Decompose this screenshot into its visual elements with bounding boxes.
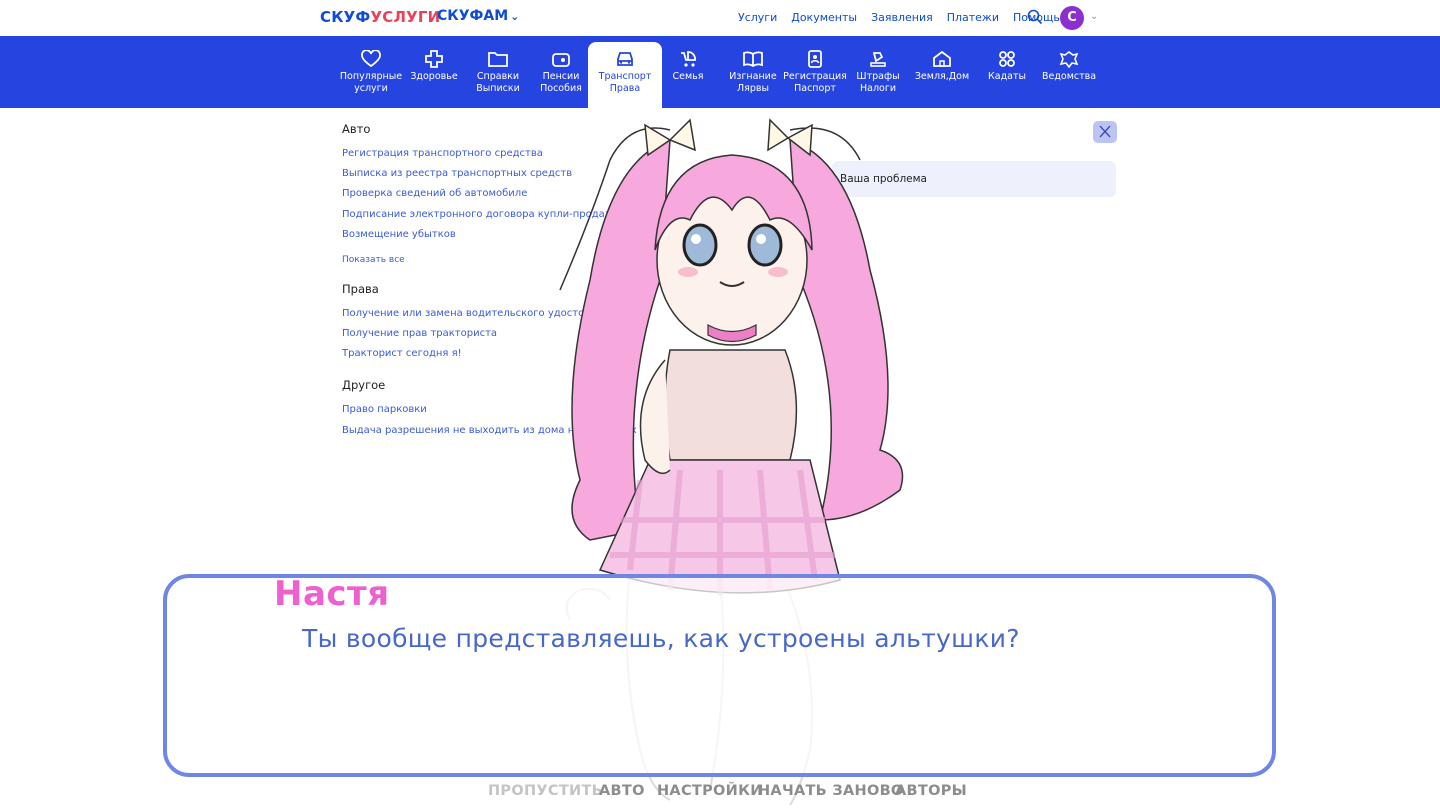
logo-part-1: СКУФ: [320, 8, 371, 26]
heart-icon: [361, 50, 381, 68]
category-label: Семья: [672, 71, 704, 82]
category-health[interactable]: Здоровье: [402, 42, 466, 102]
category-label: Изгнание: [729, 71, 777, 82]
search-icon[interactable]: [1027, 9, 1043, 25]
close-icon: [1099, 125, 1111, 138]
authors-button[interactable]: АВТОРЫ: [895, 783, 967, 799]
chevron-down-icon[interactable]: ⌄: [1090, 11, 1098, 22]
fam-dropdown[interactable]: СКУФАМ ⌄: [437, 8, 519, 24]
skip-button[interactable]: ПРОПУСТИТЬ: [488, 783, 603, 799]
category-kadaty[interactable]: Кадаты: [975, 42, 1039, 102]
category-label: Пенсии: [542, 71, 580, 82]
category-popular[interactable]: Популярные услуги: [339, 42, 403, 102]
section-title-rights: Права: [342, 282, 379, 296]
category-fines[interactable]: Штрафы Налоги: [846, 42, 910, 102]
category-exorcism[interactable]: Изгнание Лярвы: [721, 42, 785, 102]
book-icon: [743, 51, 763, 68]
avatar[interactable]: С: [1060, 6, 1084, 30]
gavel-icon: [870, 52, 886, 67]
menu-link[interactable]: Регистрация транспортного средства: [342, 148, 543, 159]
auto-button[interactable]: АВТО: [599, 783, 645, 799]
emblem-icon: [1059, 51, 1079, 68]
category-label: Выписки: [476, 83, 520, 94]
category-certificates[interactable]: Справки Выписки: [466, 42, 530, 102]
show-all-link[interactable]: Показать все: [342, 255, 405, 265]
car-icon: [617, 52, 633, 66]
menu-link[interactable]: Возмещение убытков: [342, 229, 456, 240]
category-transport[interactable]: Транспорт Права: [588, 42, 662, 108]
chevron-down-icon: ⌄: [510, 10, 520, 23]
nav-services[interactable]: Услуги: [738, 11, 777, 24]
stroller-icon: [681, 51, 696, 67]
menu-link[interactable]: Проверка сведений об автомобиле: [342, 188, 527, 199]
category-label: Пособия: [540, 83, 582, 94]
category-pensions[interactable]: Пенсии Пособия: [529, 42, 593, 102]
site-logo[interactable]: СКУФУСЛУГИ: [320, 8, 440, 26]
category-label: Кадаты: [988, 71, 1026, 82]
logo-part-2: УСЛУГИ: [370, 8, 441, 26]
category-label: Налоги: [859, 83, 896, 94]
top-nav: Услуги Документы Заявления Платежи Помощ…: [738, 11, 1060, 24]
category-label: Паспорт: [794, 83, 836, 94]
folder-icon: [488, 52, 508, 67]
category-departments[interactable]: Ведомства: [1037, 42, 1101, 102]
category-land-house[interactable]: Земля,Дом: [910, 42, 974, 102]
section-title-auto: Авто: [342, 122, 371, 136]
category-label: Штрафы: [856, 71, 900, 82]
grid-icon: [999, 51, 1015, 67]
category-registration[interactable]: Регистрация Паспорт: [783, 42, 847, 102]
speaker-name: Настя: [274, 574, 390, 614]
top-header: СКУФУСЛУГИ СКУФАМ ⌄ Услуги Документы Заяв…: [0, 0, 1440, 36]
nav-applications[interactable]: Заявления: [871, 11, 933, 24]
house-icon: [933, 50, 951, 67]
nav-payments[interactable]: Платежи: [947, 11, 999, 24]
category-label: Ведомства: [1041, 71, 1097, 82]
id-card-icon: [808, 50, 822, 68]
health-cross-icon: [425, 50, 443, 68]
settings-button[interactable]: НАСТРОЙКИ: [657, 783, 763, 799]
nav-documents[interactable]: Документы: [791, 11, 857, 24]
category-label: Здоровье: [410, 71, 458, 82]
category-label: Земля,Дом: [914, 71, 970, 82]
category-label: Популярные: [339, 71, 403, 82]
category-label: Справки: [476, 71, 520, 82]
category-label: Права: [609, 83, 641, 94]
category-label: Лярвы: [737, 83, 769, 94]
menu-link[interactable]: Получение прав тракториста: [342, 328, 497, 339]
restart-button[interactable]: НАЧАТЬ ЗАНОВО: [758, 783, 904, 799]
section-title-other: Другое: [342, 378, 386, 392]
category-bar: [0, 36, 1440, 108]
menu-link[interactable]: Тракторист сегодня я!: [342, 348, 462, 359]
fam-label: СКУФАМ: [437, 8, 509, 24]
wallet-icon: [552, 53, 570, 67]
category-label: услуги: [354, 83, 388, 94]
menu-link[interactable]: Право парковки: [342, 404, 427, 415]
category-label: Регистрация: [783, 71, 847, 82]
category-label: Транспорт: [598, 71, 652, 82]
dialogue-text: Ты вообще представляешь, как устроены ал…: [302, 624, 1020, 653]
close-button[interactable]: [1093, 121, 1117, 143]
category-family[interactable]: Семья: [656, 42, 720, 102]
